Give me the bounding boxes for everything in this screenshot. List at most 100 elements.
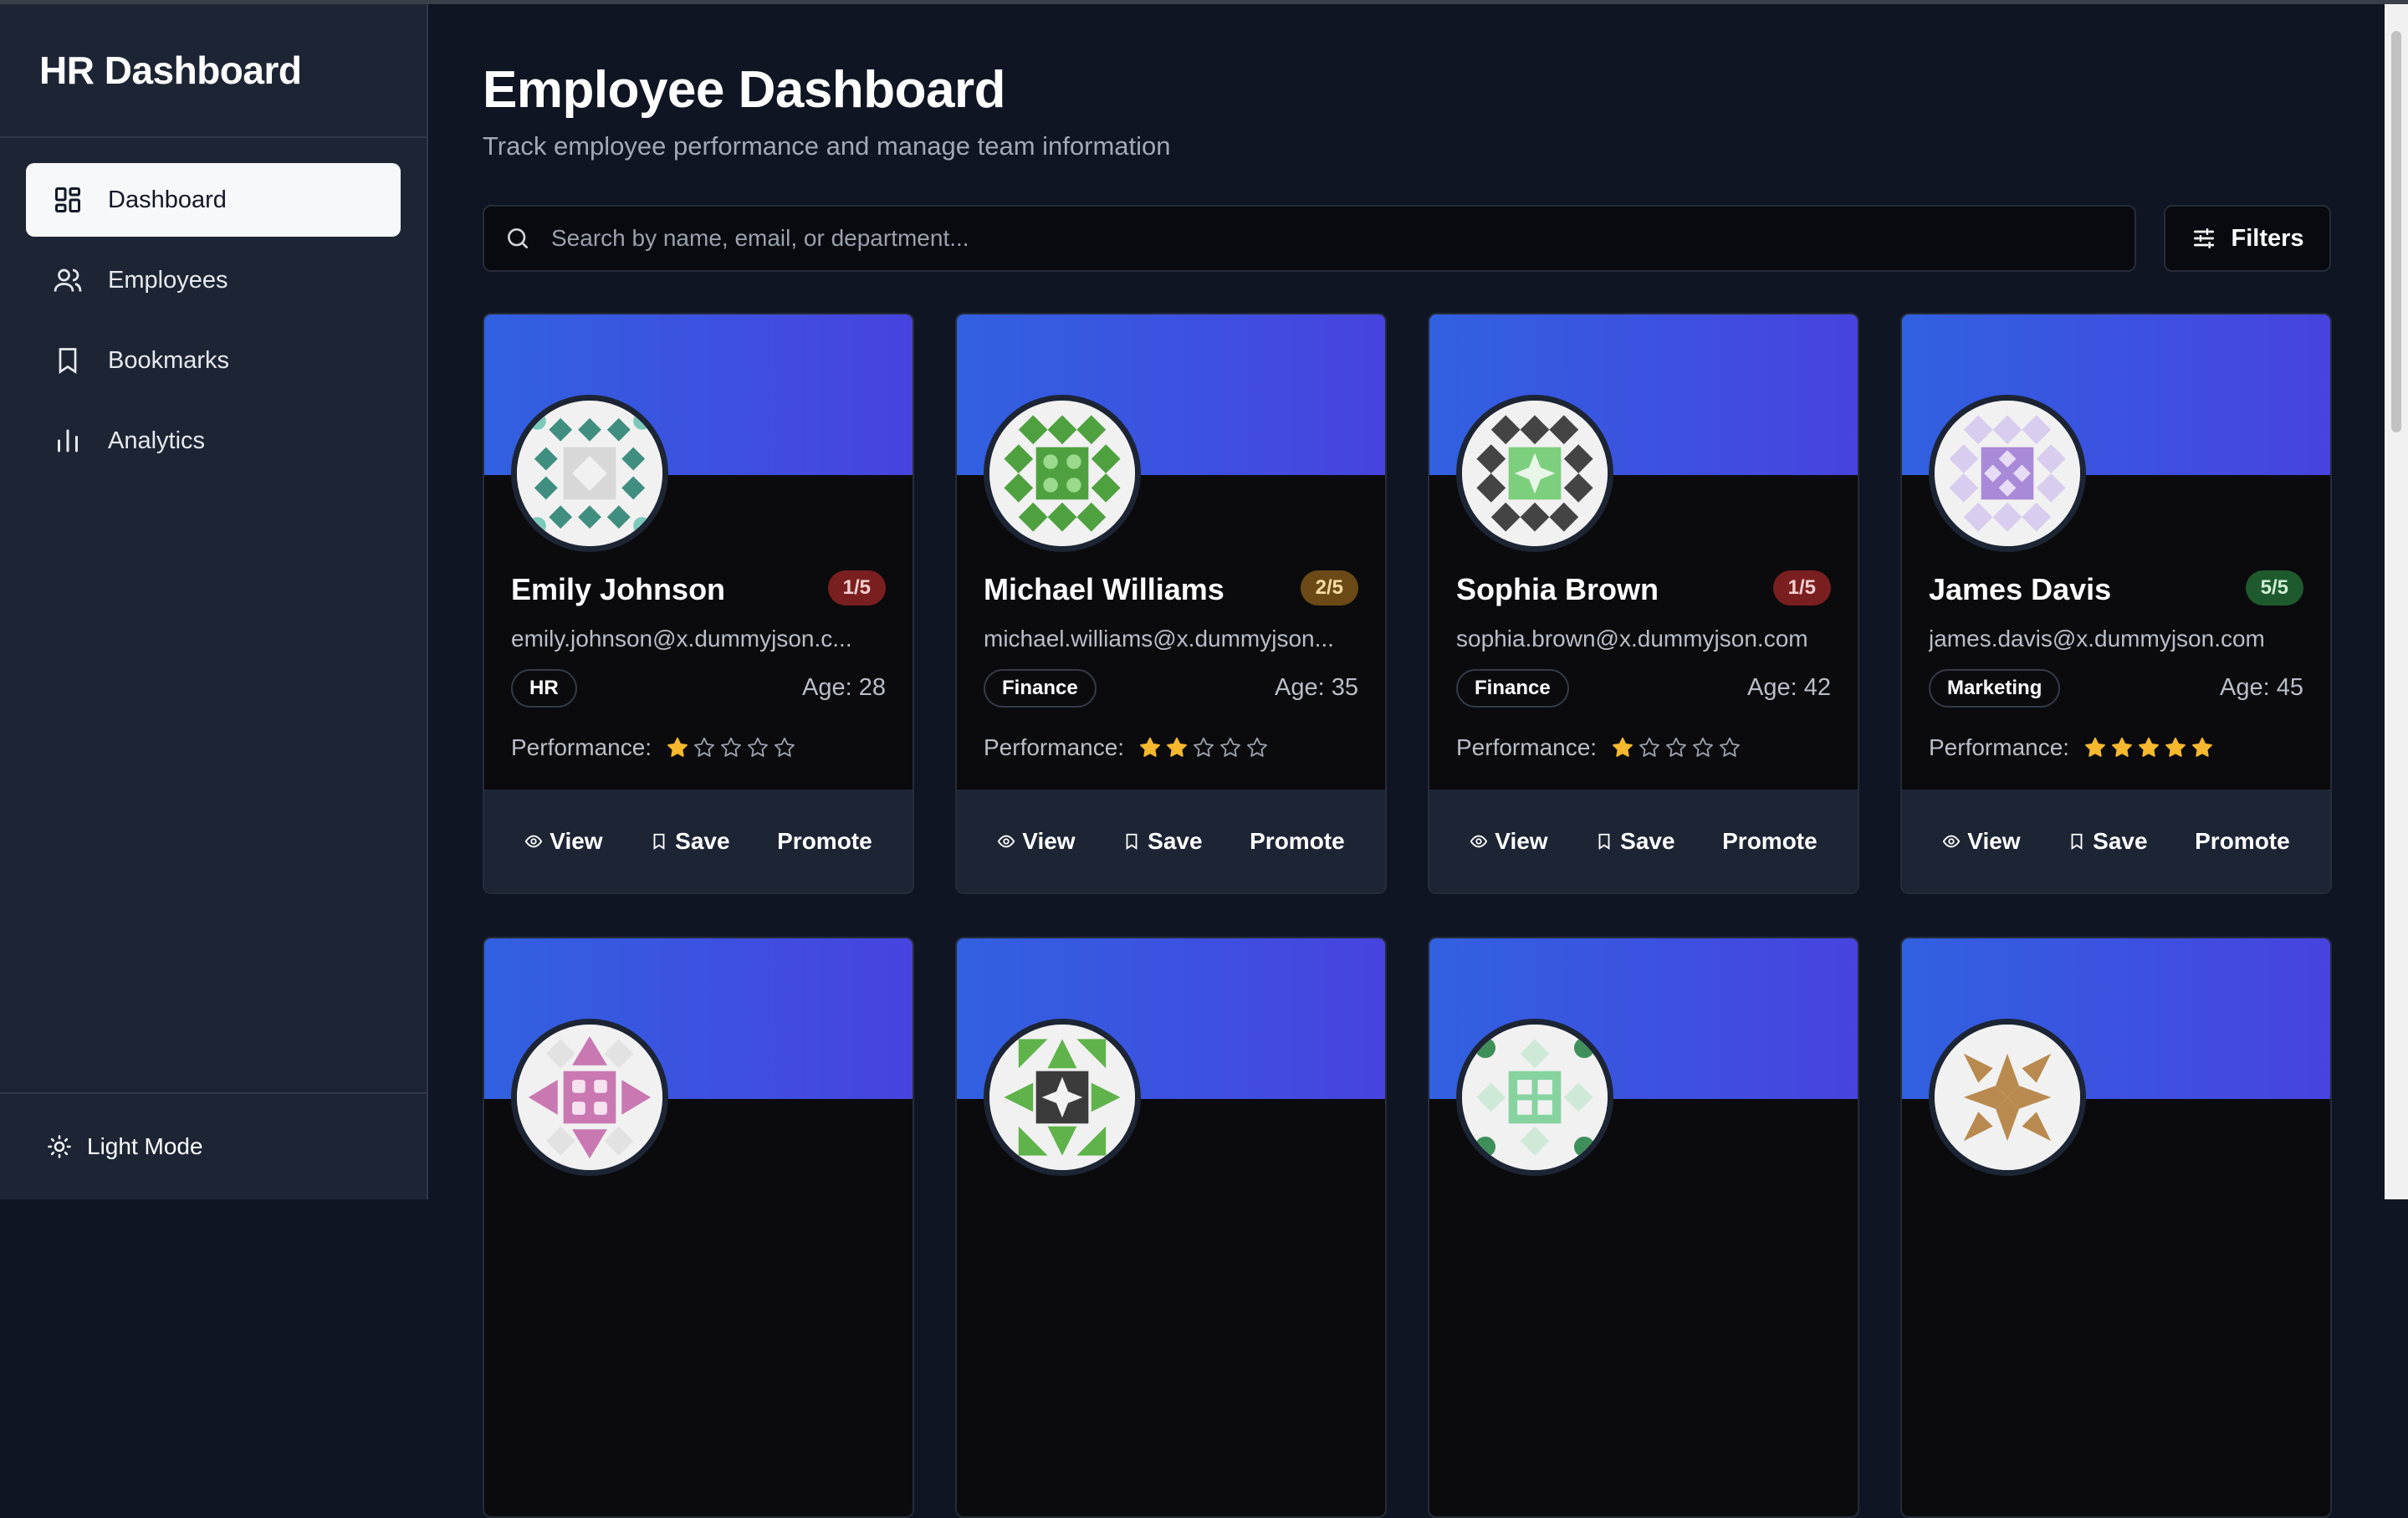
view-label: View (1967, 827, 2021, 854)
search-input[interactable] (550, 224, 2058, 253)
scrollbar-thumb[interactable] (2391, 31, 2401, 432)
view-label: View (1022, 827, 1076, 854)
performance-row: Performance: (511, 734, 799, 761)
star-filled-icon (1140, 737, 1161, 757)
star-empty-icon (1220, 737, 1241, 757)
star-empty-icon (775, 737, 795, 757)
dashboard-icon (53, 185, 83, 215)
page-subtitle: Track employee performance and manage te… (483, 131, 1171, 161)
sidebar-item-bookmarks[interactable]: Bookmarks (26, 324, 401, 397)
sidebar-item-label: Employees (108, 266, 228, 294)
view-label: View (550, 827, 603, 854)
avatar (1929, 395, 2086, 552)
page-title: Employee Dashboard (483, 61, 1005, 119)
bookmark-icon (1126, 833, 1138, 850)
page-scrollbar[interactable] (2385, 4, 2408, 1199)
sidebar-item-label: Bookmarks (108, 346, 230, 374)
light-mode-toggle[interactable]: Light Mode (47, 1133, 203, 1160)
department-tag: Finance (984, 669, 1097, 708)
star-empty-icon (748, 737, 769, 757)
employee-name: Emily Johnson (511, 572, 726, 606)
performance-label: Performance: (984, 734, 1125, 760)
star-filled-icon (1167, 737, 1188, 757)
save-button[interactable]: Save (650, 827, 730, 855)
performance-row: Performance: (984, 734, 1271, 761)
star-empty-icon (694, 737, 715, 757)
card-actions: View Save Promote (1429, 790, 1858, 892)
rating-badge: 5/5 (2245, 570, 2303, 606)
bookmark-icon (653, 833, 665, 850)
save-button[interactable]: Save (2068, 827, 2148, 855)
card-actions: View Save Promote (484, 790, 913, 892)
save-label: Save (675, 827, 730, 854)
employee-card (483, 937, 914, 1518)
avatar (984, 1019, 1141, 1176)
view-button[interactable]: View (997, 827, 1076, 855)
star-filled-icon (667, 737, 688, 757)
employee-email: emily.johnson@x.dummyjson.c... (511, 626, 852, 652)
filters-button[interactable]: Filters (2164, 205, 2331, 272)
rating-badge: 2/5 (1300, 570, 1358, 606)
employee-email: james.davis@x.dummyjson.com (1929, 626, 2265, 652)
employee-card (1900, 937, 2332, 1518)
main-content: Employee Dashboard Track employee perfor… (483, 4, 2332, 1518)
star-empty-icon (721, 737, 742, 757)
view-button[interactable]: View (1942, 827, 2021, 855)
users-icon (53, 265, 83, 295)
employee-card: Michael Williams 2/5 michael.williams@x.… (955, 313, 1387, 894)
employee-name: James Davis (1929, 572, 2112, 606)
star-rating (665, 735, 799, 760)
avatar (511, 395, 668, 552)
promote-button[interactable]: Promote (2195, 828, 2290, 855)
promote-label: Promote (2195, 827, 2290, 854)
promote-button[interactable]: Promote (1722, 828, 1818, 855)
brand-title: HR Dashboard (39, 49, 302, 92)
promote-label: Promote (777, 827, 872, 854)
save-label: Save (1620, 827, 1675, 854)
brand: HR Dashboard (0, 4, 427, 138)
star-filled-icon (2112, 737, 2133, 757)
view-button[interactable]: View (524, 827, 603, 855)
light-mode-label: Light Mode (87, 1133, 203, 1159)
avatar (1929, 1019, 2086, 1176)
filters-label: Filters (2231, 224, 2304, 252)
promote-label: Promote (1250, 827, 1345, 854)
sidebar-item-employees[interactable]: Employees (26, 243, 401, 317)
employee-card: Sophia Brown 1/5 sophia.brown@x.dummyjso… (1428, 313, 1859, 894)
save-button[interactable]: Save (1122, 827, 1203, 855)
avatar (1456, 1019, 1613, 1176)
department-tag: Marketing (1929, 669, 2061, 708)
star-empty-icon (1720, 737, 1741, 757)
department-tag: HR (511, 669, 577, 708)
star-filled-icon (2085, 737, 2106, 757)
sun-icon (48, 1135, 71, 1158)
performance-label: Performance: (1929, 734, 2070, 760)
employee-email: michael.williams@x.dummyjson... (984, 626, 1334, 652)
sidebar-item-dashboard[interactable]: Dashboard (26, 163, 401, 237)
bookmark-icon (53, 345, 83, 376)
card-actions: View Save Promote (957, 790, 1385, 892)
employee-card: James Davis 5/5 james.davis@x.dummyjson.… (1900, 313, 2332, 894)
employee-age: Age: 28 (802, 674, 886, 701)
sidebar: HR Dashboard Dashboard Employees Bookmar… (0, 4, 428, 1199)
promote-button[interactable]: Promote (777, 828, 872, 855)
save-label: Save (2093, 827, 2148, 854)
star-filled-icon (2165, 737, 2186, 757)
view-button[interactable]: View (1470, 828, 1548, 855)
star-filled-icon (1613, 737, 1633, 757)
bookmark-icon (2071, 833, 2083, 850)
employee-card: Emily Johnson 1/5 emily.johnson@x.dummyj… (483, 313, 914, 894)
save-label: Save (1148, 827, 1203, 854)
sidebar-item-analytics[interactable]: Analytics (26, 404, 401, 478)
sidebar-item-label: Dashboard (108, 186, 227, 213)
eye-icon (1943, 835, 1961, 847)
card-actions: View Save Promote (1902, 790, 2330, 892)
employee-age: Age: 35 (1275, 674, 1358, 701)
employee-email: sophia.brown@x.dummyjson.com (1456, 626, 1808, 652)
promote-button[interactable]: Promote (1250, 828, 1345, 855)
save-button[interactable]: Save (1595, 827, 1675, 855)
performance-row: Performance: (1456, 734, 1744, 761)
sidebar-nav: Dashboard Employees Bookmarks Analytics (0, 138, 427, 478)
star-filled-icon (2139, 737, 2160, 757)
performance-row: Performance: (1929, 734, 2216, 761)
